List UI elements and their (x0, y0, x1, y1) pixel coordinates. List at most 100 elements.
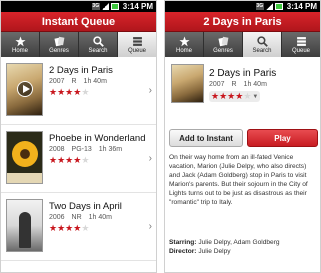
star-rating-selector[interactable]: ★ ★ ★ ★ ★ ▼ (209, 91, 261, 102)
tab-label: Search (252, 47, 272, 54)
star-empty-icon: ★ (81, 87, 90, 97)
movie-rating: NR (71, 214, 82, 221)
play-icon[interactable] (17, 81, 33, 97)
star-empty-icon: ★ (81, 155, 90, 165)
chevron-right-icon[interactable]: › (149, 221, 152, 232)
starring-line: Starring: Julie Delpy, Adam Goldberg (169, 239, 280, 246)
star-filled-icon: ★ (65, 223, 74, 233)
star-filled-icon: ★ (73, 223, 82, 233)
star-rating[interactable]: ★ ★ ★ ★ ★ (49, 224, 89, 233)
network-icon: 3G (91, 3, 100, 10)
star-rating[interactable]: ★ ★ ★ ★ ★ (49, 156, 89, 165)
sunflower-image (12, 141, 38, 167)
star-filled-icon: ★ (57, 87, 66, 97)
movie-poster (171, 64, 204, 103)
movie-rating: R (71, 78, 77, 85)
status-bar: 3G 3:14 PM (165, 1, 320, 12)
star-filled-icon: ★ (219, 91, 228, 101)
movie-rating: PG-13 (71, 146, 92, 153)
director-label: Director: (169, 248, 197, 255)
movie-duration: 1h 40m (243, 81, 267, 88)
movie-poster[interactable] (6, 131, 43, 184)
star-filled-icon: ★ (49, 223, 58, 233)
chevron-right-icon[interactable]: › (149, 153, 152, 164)
poster-stripe (7, 173, 42, 183)
play-button[interactable]: Play (247, 129, 318, 147)
tab-bar: Home Genres Search Queue (1, 32, 156, 57)
star-filled-icon: ★ (65, 87, 74, 97)
director-value: Julie Delpy (198, 248, 231, 255)
screen-title: 2 Days in Paris (165, 12, 320, 32)
star-filled-icon: ★ (211, 91, 220, 101)
tab-search[interactable]: Search (79, 32, 118, 57)
clock: 3:14 PM (122, 2, 153, 11)
movie-duration: 1h 40m (88, 214, 112, 221)
movie-year: 2007 (49, 78, 65, 85)
search-icon (256, 35, 268, 47)
cards-icon (217, 36, 229, 47)
star-rating[interactable]: ★ ★ ★ ★ ★ (49, 88, 89, 97)
star-filled-icon: ★ (57, 155, 66, 165)
battery-icon (110, 3, 119, 10)
tab-label: Queue (127, 47, 146, 54)
tab-genres[interactable]: Genres (40, 32, 79, 57)
star-filled-icon: ★ (57, 223, 66, 233)
movie-meta: 2006 NR 1h 40m (49, 214, 117, 221)
signal-icon (101, 3, 109, 10)
tab-label: Genres (213, 47, 233, 54)
detail-screen: 3G 3:14 PM 2 Days in Paris Home Genres S… (164, 0, 321, 273)
tab-label: Search (88, 47, 108, 54)
queue-item[interactable]: 2 Days in Paris 2007 R 1h 40m ★ ★ ★ ★ ★ › (1, 58, 156, 125)
movie-rating: R (231, 81, 237, 88)
star-filled-icon: ★ (235, 91, 244, 101)
tab-label: Home (11, 47, 28, 54)
tab-search[interactable]: Search (243, 32, 282, 57)
movie-title: Two Days in April (49, 201, 122, 212)
movie-poster[interactable] (6, 63, 43, 116)
star-filled-icon: ★ (73, 87, 82, 97)
battery-icon (274, 3, 283, 10)
starring-value: Julie Delpy, Adam Goldberg (198, 239, 280, 246)
chevron-down-icon[interactable]: ▼ (252, 94, 258, 100)
movie-meta: 2007 R 1h 40m (209, 81, 272, 88)
star-filled-icon: ★ (65, 155, 74, 165)
add-to-instant-button[interactable]: Add to Instant (169, 129, 243, 147)
starring-label: Starring: (169, 239, 197, 246)
star-empty-icon: ★ (243, 91, 252, 101)
clock: 3:14 PM (286, 2, 317, 11)
tab-genres[interactable]: Genres (204, 32, 243, 57)
movie-duration: 1h 36m (98, 146, 123, 153)
cards-icon (53, 36, 65, 47)
tab-label: Genres (49, 47, 69, 54)
tab-home[interactable]: Home (165, 32, 204, 57)
network-icon: 3G (255, 3, 264, 10)
movie-title: Phoebe in Wonderland (49, 133, 146, 144)
movie-duration: 1h 40m (83, 78, 107, 85)
tab-queue[interactable]: Queue (282, 32, 320, 57)
queue-screen: 3G 3:14 PM Instant Queue Home Genres Sea… (0, 0, 157, 273)
queue-item[interactable]: Two Days in April 2006 NR 1h 40m ★ ★ ★ ★ ★ › (1, 194, 156, 261)
movie-year: 2008 (49, 146, 65, 153)
tab-bar: Home Genres Search Queue (165, 32, 320, 57)
movie-poster[interactable] (6, 199, 43, 252)
status-bar: 3G 3:14 PM (1, 1, 156, 12)
movie-year: 2007 (209, 81, 225, 88)
chevron-right-icon[interactable]: › (149, 85, 152, 96)
star-icon (178, 36, 190, 47)
star-filled-icon: ★ (227, 91, 236, 101)
queue-icon (296, 36, 307, 47)
queue-icon (132, 36, 143, 47)
star-empty-icon: ★ (81, 223, 90, 233)
tab-queue[interactable]: Queue (118, 32, 156, 57)
queue-item[interactable]: Phoebe in Wonderland 2008 PG-13 1h 36m ★… (1, 126, 156, 193)
movie-year: 2006 (49, 214, 65, 221)
movie-synopsis: On their way home from an ill-fated Veni… (169, 154, 308, 206)
tab-home[interactable]: Home (1, 32, 40, 57)
tab-label: Home (175, 47, 192, 54)
search-icon (92, 35, 104, 47)
movie-meta: 2007 R 1h 40m (49, 78, 112, 85)
star-filled-icon: ★ (49, 87, 58, 97)
signal-icon (265, 3, 273, 10)
star-rating[interactable]: ★ ★ ★ ★ ★ (211, 92, 251, 101)
movie-meta: 2008 PG-13 1h 36m (49, 146, 127, 153)
